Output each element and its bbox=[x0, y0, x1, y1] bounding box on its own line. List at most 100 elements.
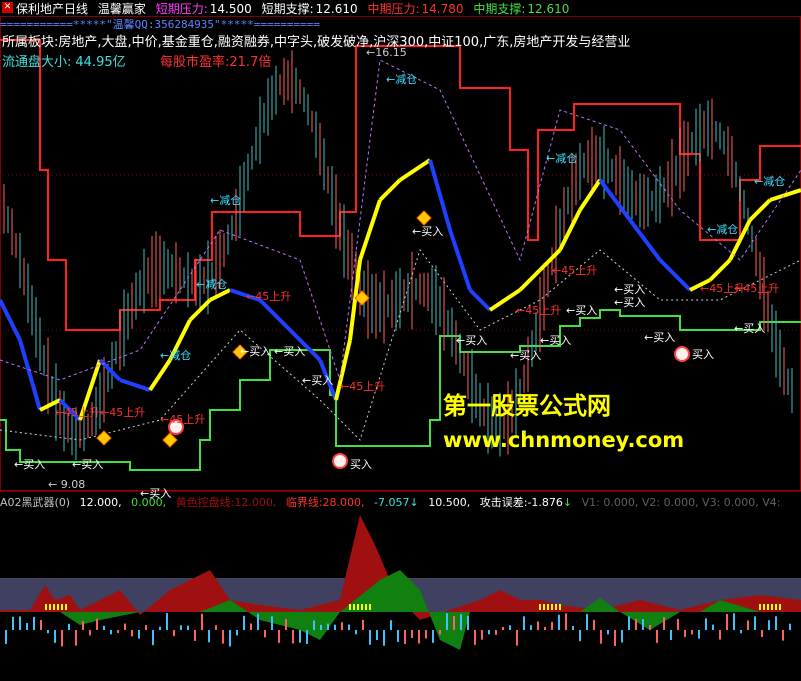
rise-text: 45上升 bbox=[561, 264, 598, 277]
yellow-line-label: 黄色控盘线: bbox=[175, 496, 235, 509]
reduce-text: 减仓 bbox=[555, 152, 578, 165]
trend-segment bbox=[258, 298, 292, 332]
critical-label: 临界线: bbox=[285, 496, 323, 509]
indicator-v2: 0.000, bbox=[131, 496, 167, 509]
buy-text: 买入 bbox=[519, 349, 542, 362]
short-pressure-label: 短期压力: bbox=[155, 2, 208, 16]
buy-label: ←买入 bbox=[456, 334, 488, 347]
down-arrow-icon: ↓ bbox=[409, 496, 419, 509]
reduce-text: 减仓 bbox=[219, 194, 242, 207]
trend-segment bbox=[748, 198, 772, 222]
formula-name: 温馨赢家 bbox=[97, 2, 146, 16]
trend-segment bbox=[558, 209, 582, 251]
float-cap-label: 流通盘大小: bbox=[2, 55, 72, 70]
reduce-label: ←减仓 bbox=[160, 349, 192, 362]
indicator-extra: V1: 0.000, V2: 0.000, V3: 0.000, V4: bbox=[581, 496, 781, 509]
buy-text: 买入 bbox=[283, 345, 306, 358]
watermark-title: 第一股票公式网 bbox=[443, 392, 611, 420]
short-pressure-value: 14.500 bbox=[209, 2, 252, 16]
price-high-value: 16.15 bbox=[375, 46, 407, 59]
buy-label: ←买入 bbox=[566, 304, 598, 317]
indicator-header: A02黑武器(0) 12.000, 0.000, 黄色控盘线:12.000, 临… bbox=[0, 494, 787, 510]
trend-segment bbox=[518, 268, 542, 292]
trend-segment bbox=[708, 258, 732, 282]
price-high-marker: ←16.15 bbox=[366, 46, 407, 59]
critical-value: 28.000, bbox=[322, 496, 365, 509]
buy-label: ←买入 bbox=[734, 322, 766, 335]
rise-text: 45上升 bbox=[743, 282, 780, 295]
watermark-url: www.chnmoney.com bbox=[443, 428, 685, 452]
trend-segment bbox=[119, 378, 151, 392]
trend-segment bbox=[769, 188, 801, 202]
rise-text: 45上升 bbox=[525, 304, 562, 317]
rise-label: ←45上升 bbox=[516, 304, 562, 317]
trend-segment bbox=[398, 158, 432, 182]
smiley-icon bbox=[674, 346, 690, 362]
reduce-label: ←减仓 bbox=[546, 152, 578, 165]
buy-label: ←买入 bbox=[644, 331, 676, 344]
rise-text: 45上升 bbox=[255, 290, 292, 303]
float-cap-value: 44.95亿 bbox=[75, 55, 126, 70]
buy-text: 买入 bbox=[23, 458, 46, 471]
trend-segment bbox=[0, 299, 22, 341]
attack-label: 攻击误差: bbox=[479, 496, 528, 509]
buy-text: 买入 bbox=[350, 458, 372, 471]
title-bar: ✕ 保利地产日线 温馨赢家 短期压力: 14.500 短期支撑: 12.610 中期… bbox=[0, 0, 801, 16]
buy-label: ←买入 bbox=[614, 296, 646, 309]
trend-segment bbox=[578, 178, 602, 212]
sector-line: 所属板块:房地产,大盘,中价,基金重仓,融资融券,中字头,破发破净,沪深300,… bbox=[2, 35, 631, 50]
pe-ratio: 每股市盈率:21.7倍 bbox=[160, 51, 271, 70]
mid-pressure-label: 中期压力: bbox=[367, 2, 420, 16]
pe-value: 21.7倍 bbox=[229, 55, 272, 70]
yellow-line-value: 12.000, bbox=[234, 496, 277, 509]
buy-diamond-icon bbox=[162, 432, 178, 448]
buy-text: 买入 bbox=[81, 458, 104, 471]
trend-segment bbox=[18, 339, 42, 411]
trend-segment bbox=[448, 229, 472, 291]
rise-text: 45上升 bbox=[64, 406, 101, 419]
price-low-marker: ← 9.08 bbox=[48, 478, 86, 491]
buy-text: 买入 bbox=[692, 348, 714, 361]
buy-text: 买入 bbox=[249, 345, 272, 358]
buy-text: 买入 bbox=[421, 225, 444, 238]
rise-label: ←45上升 bbox=[700, 282, 746, 295]
buy-text: 买入 bbox=[653, 331, 676, 344]
trend-segment bbox=[358, 199, 382, 261]
indicator-name[interactable]: A02黑武器(0) bbox=[0, 496, 70, 509]
buy-text: 买入 bbox=[465, 334, 488, 347]
down-arrow-icon: ↓ bbox=[562, 496, 573, 509]
buy-text: 买入 bbox=[743, 322, 766, 335]
rise-text: 45上升 bbox=[349, 380, 386, 393]
stars-line: ===========*****"温馨QQ:356284935"*****===… bbox=[0, 18, 321, 31]
pe-label: 每股市盈率: bbox=[160, 55, 230, 70]
rise-label: ←45上升 bbox=[552, 264, 598, 277]
reduce-text: 减仓 bbox=[169, 349, 192, 362]
trend-segment bbox=[378, 178, 402, 202]
rise-label: ←45上升 bbox=[100, 406, 146, 419]
buy-label: 买入 bbox=[692, 346, 714, 362]
trend-segment bbox=[428, 159, 452, 231]
close-icon[interactable]: ✕ bbox=[2, 2, 13, 13]
buy-label: ←买入 bbox=[510, 349, 542, 362]
buy-text: 买入 bbox=[311, 374, 334, 387]
trend-segment bbox=[628, 218, 662, 262]
trend-segment bbox=[468, 288, 492, 312]
main-price-chart[interactable] bbox=[0, 0, 801, 681]
buy-text: 买入 bbox=[575, 304, 598, 317]
buy-label: ←买入 bbox=[240, 345, 272, 358]
smiley-icon bbox=[332, 453, 348, 469]
buy-label: 买入 bbox=[350, 456, 372, 472]
buy-text: 买入 bbox=[623, 296, 646, 309]
stock-name: 保利地产 bbox=[16, 2, 65, 16]
rise-label: ←45上升 bbox=[340, 380, 386, 393]
reduce-text: 减仓 bbox=[395, 73, 418, 86]
chart-period: 日线 bbox=[64, 2, 89, 16]
reduce-label: ←减仓 bbox=[386, 73, 418, 86]
short-support-label: 短期支撑: bbox=[261, 2, 314, 16]
trend-segment bbox=[148, 358, 172, 392]
price-low-value: 9.08 bbox=[60, 478, 86, 491]
reduce-label: ←减仓 bbox=[707, 223, 739, 236]
rise-text: 45上升 bbox=[169, 413, 206, 426]
rise-label: ←45上升 bbox=[160, 413, 206, 426]
reduce-label: ←减仓 bbox=[210, 194, 242, 207]
